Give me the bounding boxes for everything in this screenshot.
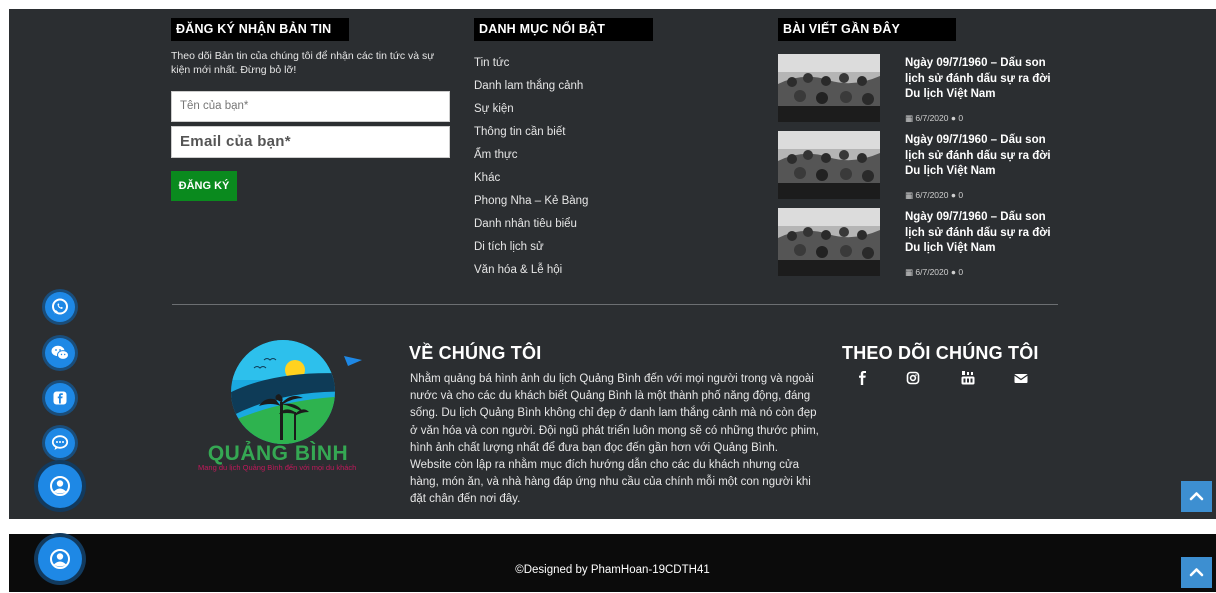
comment-count: 0: [958, 190, 964, 200]
calendar-icon: ▦: [905, 190, 914, 200]
post-title-link[interactable]: Ngày 09/7/1960 – Dấu son lịch sử đánh dấ…: [905, 133, 1055, 180]
recent-posts-heading: BÀI VIẾT GẦN ĐÂY: [778, 18, 956, 41]
category-link[interactable]: Khác: [474, 172, 500, 184]
logo-tagline: Mang du lịch Quảng Bình đến với mọi du k…: [198, 463, 357, 472]
chevron-up-icon: [1189, 568, 1204, 577]
comment-count: 0: [958, 113, 964, 123]
scroll-to-top-button[interactable]: [1181, 557, 1212, 588]
historic-group-photo-icon[interactable]: [778, 208, 880, 276]
comment-icon: ●: [950, 190, 957, 200]
calendar-icon: ▦: [905, 113, 914, 123]
category-link[interactable]: Ẩm thực: [474, 149, 517, 161]
about-title: VỀ CHÚNG TÔI: [409, 343, 542, 363]
copyright-text: ©Designed by PhamHoan-19CDTH41: [515, 564, 710, 576]
follow-title: THEO DÕI CHÚNG TÔI: [842, 343, 1039, 363]
whatsapp-icon[interactable]: [45, 292, 75, 322]
youtube-icon[interactable]: [960, 371, 976, 385]
subscribe-button[interactable]: ĐĂNG KÝ: [171, 171, 237, 201]
post-meta: ▦ 6/7/2020 ● 0: [905, 113, 963, 124]
newsletter-description: Theo dõi Bản tin của chúng tôi để nhận c…: [171, 50, 435, 76]
wechat-icon[interactable]: [45, 338, 75, 368]
section-divider: [172, 304, 1058, 305]
category-link[interactable]: Di tích lịch sử: [474, 241, 544, 253]
chat-bubble-icon[interactable]: [45, 428, 75, 458]
envelope-icon[interactable]: [1013, 371, 1029, 385]
historic-group-photo-icon[interactable]: [778, 54, 880, 122]
category-link[interactable]: Thông tin cần biết: [474, 126, 565, 138]
historic-group-photo-icon[interactable]: [778, 131, 880, 199]
post-date: 6/7/2020: [915, 113, 949, 123]
scroll-to-top-button[interactable]: [1181, 481, 1212, 512]
post-meta: ▦ 6/7/2020 ● 0: [905, 267, 963, 278]
category-link[interactable]: Tin tức: [474, 57, 509, 69]
category-link[interactable]: Phong Nha – Kẻ Bàng: [474, 195, 588, 207]
comment-icon: ●: [950, 113, 957, 123]
name-input[interactable]: Tên của bạn*: [171, 91, 450, 122]
copyright-bar: [9, 534, 1216, 592]
post-date: 6/7/2020: [915, 190, 949, 200]
newsletter-heading: ĐĂNG KÝ NHẬN BẢN TIN: [171, 18, 349, 41]
comment-icon: ●: [950, 267, 957, 277]
instagram-icon[interactable]: [905, 371, 921, 385]
comment-count: 0: [958, 267, 964, 277]
facebook-messenger-icon[interactable]: [45, 383, 75, 413]
category-link[interactable]: Văn hóa & Lễ hội: [474, 264, 562, 276]
facebook-icon[interactable]: [855, 371, 871, 385]
email-input[interactable]: Email của bạn*: [171, 126, 450, 158]
category-link[interactable]: Sự kiện: [474, 103, 514, 115]
category-link[interactable]: Danh lam thắng cảnh: [474, 80, 583, 92]
calendar-icon: ▦: [905, 267, 914, 277]
post-title-link[interactable]: Ngày 09/7/1960 – Dấu son lịch sử đánh dấ…: [905, 210, 1055, 257]
post-date: 6/7/2020: [915, 267, 949, 277]
post-meta: ▦ 6/7/2020 ● 0: [905, 190, 963, 201]
categories-heading: DANH MỤC NỔI BẬT: [474, 18, 653, 41]
chevron-up-icon: [1189, 492, 1204, 501]
user-contact-icon[interactable]: [38, 464, 82, 508]
post-title-link[interactable]: Ngày 09/7/1960 – Dấu son lịch sử đánh dấ…: [905, 56, 1055, 103]
about-text: Nhằm quảng bá hình ảnh du lịch Quảng Bìn…: [410, 373, 819, 506]
user-contact-icon[interactable]: [38, 537, 82, 581]
category-link[interactable]: Danh nhân tiêu biểu: [474, 218, 577, 230]
